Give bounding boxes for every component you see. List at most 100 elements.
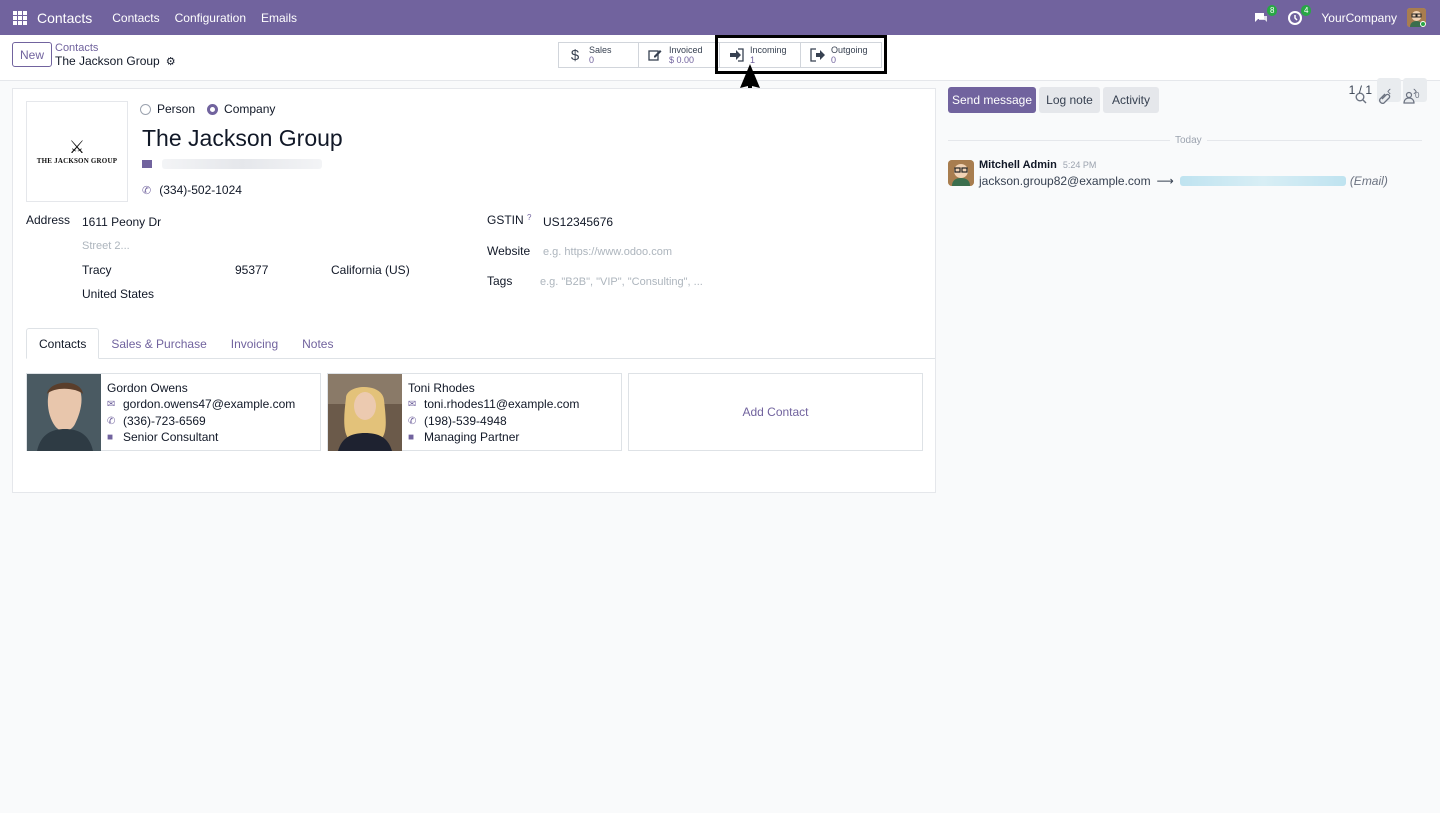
radio-person-label[interactable]: Person (157, 102, 195, 116)
phone-icon: ✆ (107, 415, 116, 427)
tab-invoicing[interactable]: Invoicing (219, 328, 290, 359)
phone-icon: ✆ (408, 415, 417, 427)
messages-badge: 8 (1266, 4, 1278, 16)
company-switcher[interactable]: YourCompany (1321, 11, 1397, 25)
gstin-label-text: GSTIN (487, 213, 524, 227)
website-field[interactable]: e.g. https://www.odoo.com (543, 246, 672, 258)
menu-contacts[interactable]: Contacts (112, 11, 159, 25)
contact-phone: ✆ (336)-723-6569 (107, 414, 206, 428)
radio-company-label[interactable]: Company (224, 102, 275, 116)
old-email-value: jackson.group82@example.com (979, 174, 1151, 188)
company-logo[interactable]: ⚔ THE JACKSON GROUP (26, 101, 128, 202)
form-sheet: ⚔ THE JACKSON GROUP Person Company The J… (12, 88, 936, 493)
city-field[interactable]: Tracy (82, 263, 112, 277)
website-label: Website (487, 244, 531, 258)
tab-contacts[interactable]: Contacts (26, 328, 100, 359)
address-label: Address (26, 213, 71, 227)
activities-icon[interactable]: 4 (1287, 4, 1312, 26)
company-type-selector: Person Company (140, 102, 287, 116)
contact-name: Gordon Owens (107, 381, 188, 395)
sales-label: Sales (589, 45, 612, 55)
contact-card[interactable]: Toni Rhodes ✉ toni.rhodes11@example.com … (327, 373, 622, 451)
record-title: The Jackson Group ⚙ (55, 54, 176, 68)
phone-icon: ✆ (142, 184, 152, 197)
user-icon (1403, 91, 1415, 104)
gstin-field[interactable]: US12345676 (543, 215, 613, 229)
menu-emails[interactable]: Emails (261, 11, 297, 25)
contact-phone-value: (336)-723-6569 (123, 414, 206, 428)
app-brand[interactable]: Contacts (37, 10, 92, 26)
arrow-right-icon: ⟶ (1156, 174, 1174, 188)
contact-role: ■ Senior Consultant (107, 430, 218, 444)
followers-count: 0 (1415, 91, 1420, 100)
author-name[interactable]: Mitchell Admin (979, 159, 1057, 171)
briefcase-icon: ■ (408, 431, 415, 443)
record-title-text: The Jackson Group (55, 54, 160, 68)
contact-card[interactable]: Gordon Owens ✉ gordon.owens47@example.co… (26, 373, 321, 451)
street2-field[interactable]: Street 2... (82, 240, 130, 252)
online-status-icon (1420, 21, 1426, 27)
user-avatar[interactable] (1407, 8, 1426, 27)
envelope-icon (142, 160, 152, 168)
message-author: Mitchell Admin 5:24 PM (979, 159, 1096, 171)
contact-photo (27, 374, 101, 451)
contact-phone-value: (198)-539-4948 (424, 414, 507, 428)
smart-button-sales[interactable]: $ Sales 0 (558, 42, 639, 68)
contact-phone: ✆ (198)-539-4948 (408, 414, 507, 428)
envelope-icon: ✉ (107, 398, 116, 410)
email-field[interactable] (142, 159, 322, 169)
partner-name-field[interactable]: The Jackson Group (142, 125, 343, 152)
systray: 8 4 YourCompany (1253, 4, 1426, 27)
contact-role: ■ Managing Partner (408, 430, 519, 444)
street-field[interactable]: 1611 Peony Dr (82, 215, 161, 229)
contact-email: ✉ toni.rhodes11@example.com (408, 397, 579, 411)
contact-photo (328, 374, 402, 451)
activities-badge: 4 (1300, 4, 1312, 16)
paperclip-icon[interactable] (1379, 92, 1391, 105)
sales-value: 0 (589, 55, 595, 65)
date-separator-label: Today (1170, 135, 1207, 146)
logo-text: THE JACKSON GROUP (36, 156, 118, 165)
chatter-search-icon[interactable] (1355, 92, 1367, 104)
apps-menu-icon[interactable] (13, 10, 27, 25)
radio-company[interactable] (207, 103, 219, 115)
new-button[interactable]: New (12, 42, 52, 67)
activity-button[interactable]: Activity (1103, 87, 1159, 113)
tracking-value: jackson.group82@example.com ⟶ (Email) (979, 174, 1388, 188)
author-avatar[interactable] (948, 160, 974, 186)
tags-label: Tags (487, 274, 513, 288)
contact-name: Toni Rhodes (408, 381, 475, 395)
messages-icon[interactable]: 8 (1253, 4, 1278, 26)
followers-button[interactable]: 0 (1403, 91, 1419, 104)
breadcrumb[interactable]: Contacts (55, 42, 98, 54)
phone-field[interactable]: ✆ (334)-502-1024 (142, 183, 242, 197)
state-field[interactable]: California (US) (331, 263, 410, 277)
message-time: 5:24 PM (1062, 160, 1097, 170)
tab-notes[interactable]: Notes (290, 328, 345, 359)
tags-field[interactable]: e.g. "B2B", "VIP", "Consulting", ... (540, 276, 703, 288)
radio-person[interactable] (140, 103, 151, 115)
gear-icon[interactable]: ⚙ (166, 55, 176, 68)
help-tooltip-icon[interactable]: ? (527, 213, 531, 222)
invoiced-label: Invoiced (669, 45, 703, 55)
zip-field[interactable]: 95377 (235, 263, 268, 277)
send-message-button[interactable]: Send message (948, 87, 1036, 113)
gstin-label: GSTIN ? (487, 213, 531, 227)
tab-sales-purchase[interactable]: Sales & Purchase (99, 328, 218, 359)
new-email-redacted (1179, 176, 1346, 186)
tracked-field-name: (Email) (1349, 174, 1388, 188)
email-redacted (162, 159, 322, 169)
top-navbar: Contacts Contacts Configuration Emails 8… (0, 0, 1440, 35)
add-contact-button[interactable]: Add Contact (628, 373, 923, 451)
menu-configuration[interactable]: Configuration (175, 11, 246, 25)
smart-button-invoiced[interactable]: Invoiced $ 0.00 (639, 42, 720, 68)
contact-email: ✉ gordon.owens47@example.com (107, 397, 295, 411)
phone-value: (334)-502-1024 (159, 183, 242, 197)
contact-role-value: Managing Partner (424, 430, 520, 444)
notebook-tabs: Contacts Sales & Purchase Invoicing Note… (26, 328, 935, 359)
country-field[interactable]: United States (82, 287, 154, 301)
envelope-icon: ✉ (408, 398, 417, 410)
contact-email-value: toni.rhodes11@example.com (424, 397, 580, 411)
contact-role-value: Senior Consultant (123, 430, 219, 444)
log-note-button[interactable]: Log note (1039, 87, 1100, 113)
